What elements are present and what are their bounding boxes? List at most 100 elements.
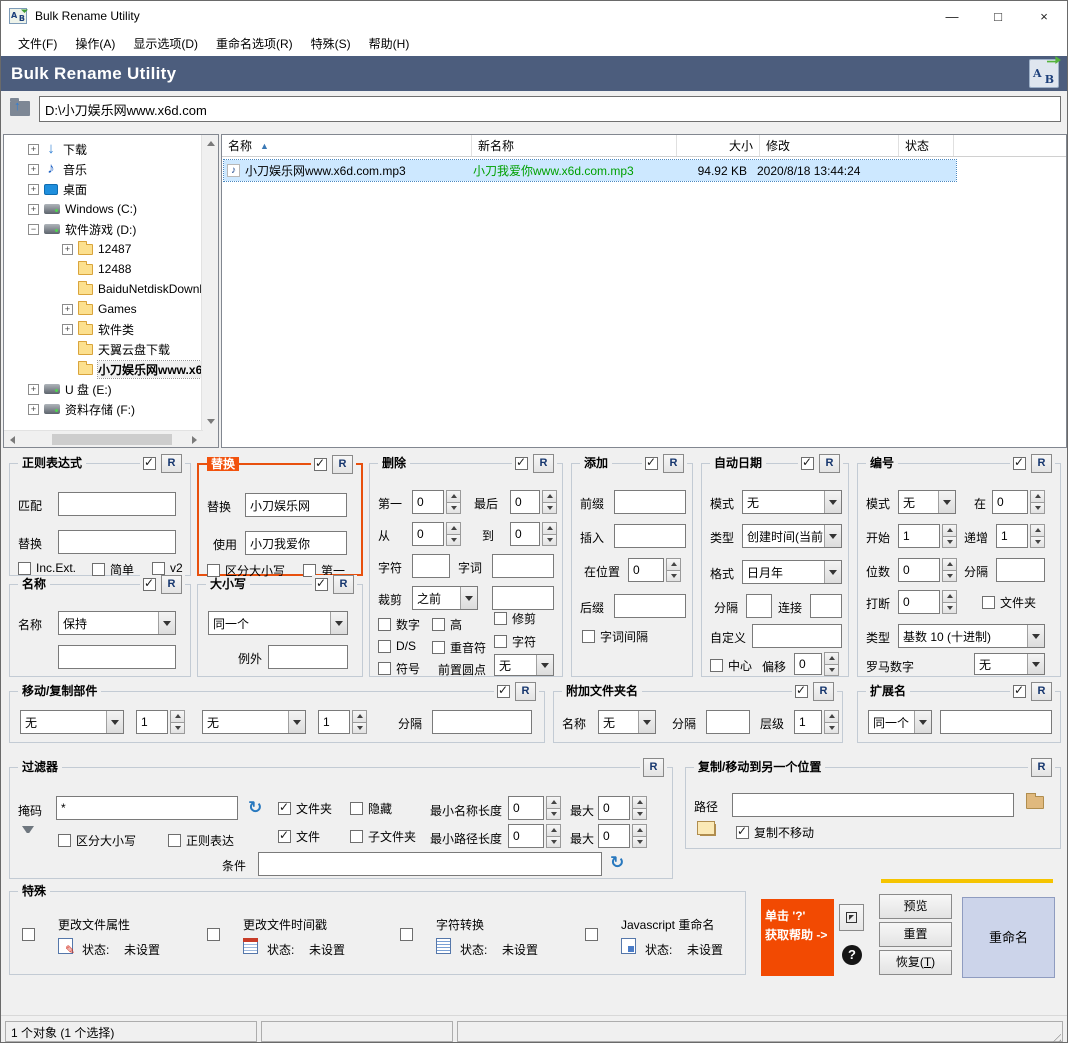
name-input[interactable] xyxy=(58,645,176,669)
copymove-copynotmove-checkbox[interactable] xyxy=(736,826,749,839)
tree-item-drive-f[interactable]: +资料存储 (F:) xyxy=(4,399,201,419)
filters-reset-button[interactable]: R xyxy=(643,758,664,777)
filters-minname-spinner[interactable] xyxy=(546,796,561,820)
appendfolder-level-input[interactable] xyxy=(794,710,822,734)
regex-reset-button[interactable]: R xyxy=(161,454,182,473)
remove-symbols-checkbox[interactable] xyxy=(378,662,391,675)
numbering-reset-button[interactable]: R xyxy=(1031,454,1052,473)
filters-maxname-input[interactable] xyxy=(598,796,630,820)
autodate-reset-button[interactable]: R xyxy=(819,454,840,473)
chevron-down-icon[interactable] xyxy=(158,612,175,634)
browse-folder-icon[interactable] xyxy=(1026,796,1044,809)
tree-item-xiaodao-selected[interactable]: 小刀娱乐网www.x6d. xyxy=(4,359,201,379)
movecopy-to-dropdown[interactable]: 无 xyxy=(202,710,306,734)
movecopy-reset-button[interactable]: R xyxy=(515,682,536,701)
numbering-break-input[interactable] xyxy=(898,590,940,614)
name-enable-checkbox[interactable] xyxy=(143,578,156,591)
autodate-center-checkbox[interactable] xyxy=(710,659,723,672)
close-button[interactable]: × xyxy=(1021,1,1067,31)
autodate-seg-input[interactable] xyxy=(810,594,842,618)
remove-high-checkbox[interactable] xyxy=(432,618,445,631)
regex-incext-checkbox[interactable] xyxy=(18,562,31,575)
autodate-type-dropdown[interactable]: 创建时间(当前 xyxy=(742,524,842,548)
filters-folders-checkbox[interactable] xyxy=(278,802,291,815)
column-new-name[interactable]: 新名称 xyxy=(472,135,677,156)
expand-icon[interactable]: + xyxy=(28,404,39,415)
numbering-start-input[interactable] xyxy=(898,524,940,548)
remove-crop-dropdown[interactable]: 之前 xyxy=(412,586,478,610)
numbering-pad-input[interactable] xyxy=(898,558,940,582)
expand-icon[interactable]: + xyxy=(28,144,39,155)
case-mode-dropdown[interactable]: 同一个 xyxy=(208,611,348,635)
movecopy-n2-input[interactable] xyxy=(318,710,350,734)
menu-rename-options[interactable]: 重命名选项(R) xyxy=(207,31,302,56)
reset-button[interactable]: 重置 xyxy=(879,922,952,947)
collapse-panel-button[interactable] xyxy=(839,904,864,931)
expand-icon[interactable]: + xyxy=(28,384,39,395)
tree-item-drive-d[interactable]: −软件游戏 (D:) xyxy=(4,219,201,239)
preview-button[interactable]: 预览 xyxy=(879,894,952,919)
regex-enable-checkbox[interactable] xyxy=(143,457,156,470)
regex-v2-checkbox[interactable] xyxy=(152,562,165,575)
chevron-down-icon[interactable] xyxy=(824,491,841,513)
replace-case-checkbox[interactable] xyxy=(207,564,220,577)
extension-reset-button[interactable]: R xyxy=(1031,682,1052,701)
movecopy-n1-input[interactable] xyxy=(136,710,168,734)
chevron-down-icon[interactable] xyxy=(536,655,553,675)
column-size[interactable]: 大小 xyxy=(677,135,760,156)
tree-horizontal-scrollbar[interactable] xyxy=(4,430,203,447)
file-row-selected[interactable]: ♪ 小刀娱乐网www.x6d.com.mp3 小刀我爱你www.x6d.com.… xyxy=(224,160,956,181)
chevron-down-icon[interactable] xyxy=(106,711,123,733)
maximize-button[interactable]: □ xyxy=(975,1,1021,31)
replace-search-input[interactable] xyxy=(245,493,347,517)
add-insert-input[interactable] xyxy=(614,524,686,548)
copymove-reset-button[interactable]: R xyxy=(1031,758,1052,777)
numbering-at-input[interactable] xyxy=(992,490,1028,514)
numbering-roman-dropdown[interactable]: 无 xyxy=(974,653,1045,675)
movecopy-enable-checkbox[interactable] xyxy=(497,685,510,698)
filters-minpath-spinner[interactable] xyxy=(546,824,561,848)
add-enable-checkbox[interactable] xyxy=(645,457,658,470)
tree-item-drive-c[interactable]: +Windows (C:) xyxy=(4,199,201,219)
add-reset-button[interactable]: R xyxy=(663,454,684,473)
special-timestamp-checkbox[interactable] xyxy=(207,928,220,941)
special-js-checkbox[interactable] xyxy=(585,928,598,941)
remove-to-input[interactable] xyxy=(510,522,540,546)
special-chartranslate-checkbox[interactable] xyxy=(400,928,413,941)
appendfolder-name-dropdown[interactable]: 无 xyxy=(598,710,656,734)
filters-hidden-checkbox[interactable] xyxy=(350,802,363,815)
filters-subfolders-checkbox[interactable] xyxy=(350,830,363,843)
extension-input[interactable] xyxy=(940,710,1052,734)
chevron-down-icon[interactable] xyxy=(288,711,305,733)
chevron-down-icon[interactable] xyxy=(1027,654,1044,674)
filters-maxname-spinner[interactable] xyxy=(632,796,647,820)
tree-item-drive-e[interactable]: +U 盘 (E:) xyxy=(4,379,201,399)
autodate-enable-checkbox[interactable] xyxy=(801,457,814,470)
help-question-icon[interactable]: ? xyxy=(842,945,862,965)
chevron-down-icon[interactable] xyxy=(824,561,841,583)
column-status[interactable]: 状态 xyxy=(899,135,954,156)
numbering-folder-checkbox[interactable] xyxy=(982,596,995,609)
remove-digits-checkbox[interactable] xyxy=(378,618,391,631)
regex-simple-checkbox[interactable] xyxy=(92,563,105,576)
chevron-down-icon[interactable] xyxy=(914,711,931,733)
rename-button[interactable]: 重命名 xyxy=(962,897,1055,978)
remove-from-spinner[interactable] xyxy=(446,522,461,546)
remove-last-spinner[interactable] xyxy=(542,490,557,514)
numbering-start-spinner[interactable] xyxy=(942,524,957,548)
expand-icon[interactable]: + xyxy=(28,184,39,195)
refresh-icon[interactable]: ↻ xyxy=(610,854,624,871)
appendfolder-sep-input[interactable] xyxy=(706,710,750,734)
tree-item-desktop[interactable]: +桌面 xyxy=(4,179,201,199)
appendfolder-reset-button[interactable]: R xyxy=(813,682,834,701)
autodate-custom-input[interactable] xyxy=(752,624,842,648)
replace-enable-checkbox[interactable] xyxy=(314,458,327,471)
scroll-thumb[interactable] xyxy=(52,434,172,445)
remove-chars-input[interactable] xyxy=(412,554,450,578)
special-attrs-checkbox[interactable] xyxy=(22,928,35,941)
tree-item-baidunetdisk[interactable]: BaiduNetdiskDownlo xyxy=(4,279,201,299)
column-modified[interactable]: 修改 xyxy=(760,135,899,156)
expand-icon[interactable]: + xyxy=(28,204,39,215)
tree-item-12487[interactable]: +12487 xyxy=(4,239,201,259)
tree-item-downloads[interactable]: +↓下载 xyxy=(4,139,201,159)
